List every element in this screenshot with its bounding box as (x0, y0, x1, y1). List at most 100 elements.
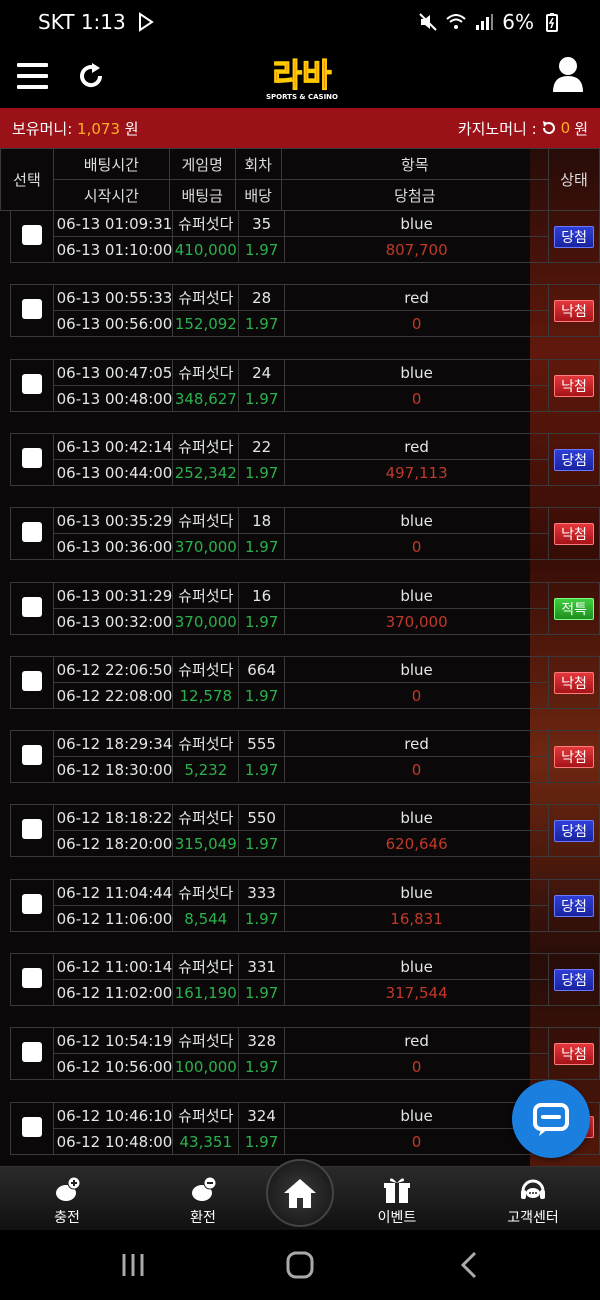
bet-amount: 161,190 (172, 979, 240, 1006)
status-cell: 당첨 (548, 433, 600, 486)
payout: 0 (283, 1128, 550, 1155)
game-name: 슈퍼섯다 (172, 582, 240, 609)
start-time: 06-12 18:20:00 (52, 830, 174, 857)
round: 28 (238, 284, 286, 311)
row-checkbox[interactable] (21, 521, 42, 542)
header-item: 항목 (280, 148, 550, 180)
status-badge: 당첨 (554, 225, 595, 248)
bottom-nav: 충전 환전 이벤트 고객센터 (0, 1159, 600, 1230)
select-cell[interactable] (10, 804, 54, 857)
row-checkbox[interactable] (21, 744, 42, 765)
round: 324 (238, 1102, 285, 1129)
menu-icon[interactable] (17, 63, 48, 89)
start-time: 06-13 01:10:00 (52, 236, 174, 263)
select-cell[interactable] (10, 656, 54, 709)
system-nav-bar (0, 1230, 600, 1300)
status-badge: 당첨 (554, 819, 595, 842)
carrier-time: SKT 1:13 (38, 10, 126, 34)
status-cell: 적특 (548, 582, 600, 635)
select-cell[interactable] (10, 433, 54, 486)
table-row: 06-13 01:09:31 슈퍼섯다 35 blue 당첨 06-13 01:… (10, 210, 600, 263)
nav-exchange[interactable]: 환전 (153, 1175, 253, 1227)
nav-event[interactable]: 이벤트 (347, 1175, 447, 1227)
select-cell[interactable] (10, 953, 54, 1006)
row-checkbox[interactable] (21, 1041, 42, 1062)
select-cell[interactable] (10, 582, 54, 635)
bet-time: 06-13 01:09:31 (52, 210, 174, 237)
select-cell[interactable] (10, 730, 54, 783)
casino-refresh-icon[interactable] (541, 120, 557, 136)
status-cell: 당첨 (548, 804, 600, 857)
game-name: 슈퍼섯다 (172, 656, 240, 683)
row-checkbox[interactable] (21, 596, 42, 617)
game-name: 슈퍼섯다 (172, 433, 240, 460)
row-checkbox[interactable] (21, 298, 42, 319)
site-logo[interactable]: 라바 SPORTS & CASINO (252, 52, 352, 104)
game-name: 슈퍼섯다 (172, 953, 240, 980)
start-time: 06-12 18:30:00 (52, 756, 174, 783)
status-badge: 낙첨 (554, 1042, 595, 1065)
bet-time: 06-12 11:00:14 (52, 953, 174, 980)
odds: 1.97 (238, 236, 286, 263)
odds: 1.97 (238, 533, 286, 560)
odds: 1.97 (238, 608, 286, 635)
row-checkbox[interactable] (21, 818, 42, 839)
row-checkbox[interactable] (21, 670, 42, 691)
status-badge: 당첨 (554, 448, 595, 471)
bet-amount: 370,000 (172, 608, 240, 635)
bet-item: blue (284, 953, 550, 980)
nav-charge-label: 충전 (54, 1210, 80, 1226)
bet-time: 06-12 18:29:34 (52, 730, 174, 757)
select-cell[interactable] (10, 284, 54, 337)
row-checkbox[interactable] (21, 447, 42, 468)
payout: 370,000 (284, 608, 550, 635)
row-checkbox[interactable] (21, 373, 42, 394)
row-checkbox[interactable] (21, 893, 42, 914)
round: 555 (238, 730, 286, 757)
payout: 497,113 (284, 459, 550, 486)
select-cell[interactable] (10, 507, 54, 560)
game-name: 슈퍼섯다 (172, 359, 240, 386)
bet-item: red (284, 1027, 550, 1054)
start-time: 06-12 10:56:00 (52, 1053, 174, 1080)
row-checkbox[interactable] (21, 967, 42, 988)
system-home-icon[interactable] (285, 1250, 315, 1280)
gift-icon (384, 1178, 410, 1203)
select-cell[interactable] (10, 359, 54, 412)
mute-icon (419, 13, 437, 31)
chat-button[interactable] (512, 1080, 590, 1158)
row-checkbox[interactable] (21, 224, 42, 245)
odds: 1.97 (238, 310, 286, 337)
nav-charge[interactable]: 충전 (17, 1175, 117, 1227)
bet-amount: 43,351 (172, 1128, 240, 1155)
bet-amount: 152,092 (172, 310, 240, 337)
payout: 620,646 (284, 830, 550, 857)
round: 333 (238, 879, 285, 906)
refresh-icon[interactable] (76, 61, 106, 91)
recent-apps-icon[interactable] (118, 1250, 148, 1280)
game-name: 슈퍼섯다 (172, 1027, 240, 1054)
bet-amount: 410,000 (172, 236, 240, 263)
select-cell[interactable] (10, 1027, 54, 1080)
nav-support-label: 고객센터 (507, 1210, 559, 1226)
home-button[interactable] (266, 1159, 334, 1227)
bet-amount: 100,000 (172, 1053, 240, 1080)
row-checkbox[interactable] (21, 1116, 42, 1137)
piggy-bank-minus-icon (192, 1176, 217, 1201)
payout: 0 (283, 682, 550, 709)
casino-value: 0 (560, 119, 571, 137)
header-bet-time: 배팅시간 (52, 148, 170, 180)
bet-item: blue (284, 359, 550, 386)
back-icon[interactable] (455, 1250, 485, 1280)
select-cell[interactable] (10, 879, 54, 932)
status-badge: 당첨 (554, 894, 595, 917)
select-cell[interactable] (10, 1102, 54, 1155)
start-time: 06-13 00:48:00 (52, 385, 174, 412)
logo-subtext: SPORTS & CASINO (266, 93, 338, 101)
select-cell[interactable] (10, 210, 54, 263)
table-row: 06-13 00:55:33 슈퍼섯다 28 red 낙첨 06-13 00:5… (10, 284, 600, 337)
nav-support[interactable]: 고객센터 (483, 1175, 583, 1227)
bet-item: red (284, 284, 550, 311)
user-icon[interactable] (552, 56, 584, 92)
header-status: 상태 (548, 148, 600, 211)
